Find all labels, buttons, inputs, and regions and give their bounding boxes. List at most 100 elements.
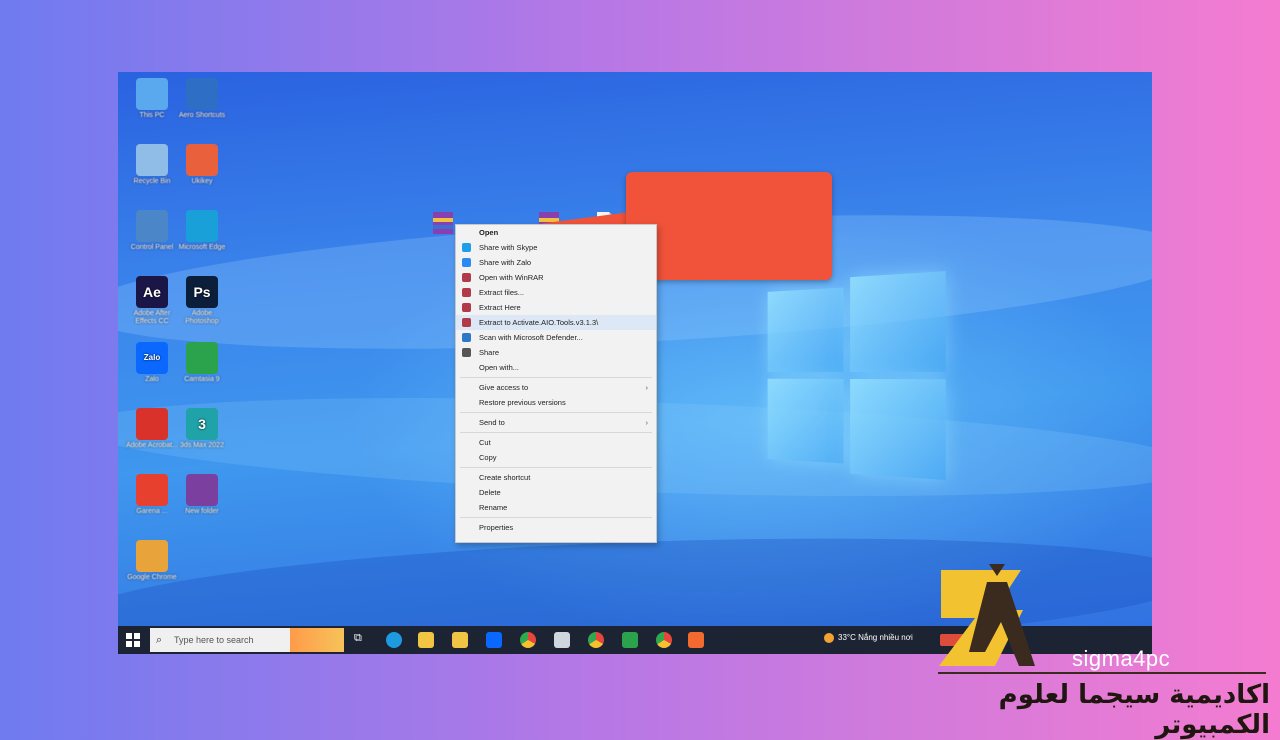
search-highlight-image <box>290 628 344 652</box>
menu-item[interactable]: Send to › <box>456 415 656 430</box>
winrar-icon <box>462 318 471 327</box>
desktop-icon-label: Ukikey <box>191 178 213 185</box>
menu-item[interactable]: Restore previous versions <box>456 395 656 410</box>
desktop-icon[interactable]: Adobe Acrobat... <box>126 408 178 450</box>
desktop-icon[interactable]: Camtasia 9 <box>176 342 228 384</box>
winrar-icon <box>186 474 218 506</box>
sigma4pc-logo <box>939 564 1035 666</box>
menu-item[interactable]: Create shortcut <box>456 470 656 485</box>
winrar-icon <box>462 303 471 312</box>
desktop-icon[interactable]: Zalo Zalo <box>126 342 178 384</box>
after-effects-icon: Ae <box>136 276 168 308</box>
menu-item-label: Open with WinRAR <box>479 273 544 282</box>
menu-item-label: Cut <box>479 438 491 447</box>
desktop-icon[interactable]: 3 3ds Max 2022 <box>176 408 228 450</box>
menu-item[interactable]: Extract files... <box>456 285 656 300</box>
desktop-icon-label: Adobe Acrobat... <box>126 442 178 449</box>
desktop-icon-label: Aero Shortcuts <box>178 112 226 119</box>
zalo-small-icon <box>462 258 471 267</box>
control-panel-icon <box>136 210 168 242</box>
menu-item-label: Share with Zalo <box>479 258 532 267</box>
menu-item-label: Share <box>479 348 500 357</box>
menu-item[interactable]: Properties <box>456 520 656 535</box>
menu-item[interactable]: Share with Zalo <box>456 255 656 270</box>
app-taskbar-icon[interactable] <box>554 632 570 648</box>
menu-item[interactable]: Share with Skype <box>456 240 656 255</box>
garena-icon <box>136 474 168 506</box>
recorder-taskbar-icon[interactable] <box>688 632 704 648</box>
menu-item[interactable]: Extract Here <box>456 300 656 315</box>
menu-item[interactable]: Scan with Microsoft Defender... <box>456 330 656 345</box>
menu-item[interactable]: Cut <box>456 435 656 450</box>
menu-item-label: Create shortcut <box>479 473 531 482</box>
menu-item-label: Copy <box>479 453 497 462</box>
desktop-icon[interactable]: New folder <box>176 474 228 516</box>
desktop-icon-label: This PC <box>139 112 165 119</box>
menu-item-label: Open <box>479 228 499 237</box>
menu-item-label: Extract Here <box>479 303 521 312</box>
brand-tagline: اكاديمية سيجما لعلوم الكمبيوتر <box>998 680 1270 740</box>
weather-text: 33°C Nắng nhiều nơi <box>838 633 913 643</box>
edge-taskbar-icon[interactable] <box>386 632 402 648</box>
desktop-icon[interactable]: This PC <box>126 78 178 120</box>
menu-item[interactable]: Extract to Activate.AIO.Tools.v3.1.3\ <box>456 315 656 330</box>
menu-item[interactable]: Delete <box>456 485 656 500</box>
desktop-icon[interactable]: Ps Adobe Photoshop <box>176 276 228 326</box>
file-explorer-icon[interactable] <box>418 632 434 648</box>
skype-icon <box>462 243 471 252</box>
desktop-icon-label: Garena ... <box>136 508 168 515</box>
menu-item[interactable]: Rename <box>456 500 656 515</box>
desktop-icon-label: Adobe Photoshop <box>185 310 219 325</box>
folder-taskbar-icon[interactable] <box>452 632 468 648</box>
desktop-icon[interactable]: Google Chrome <box>126 540 178 582</box>
zalo-taskbar-icon[interactable] <box>486 632 502 648</box>
chrome-canary-taskbar-icon[interactable] <box>588 632 604 648</box>
menu-item-label: Scan with Microsoft Defender... <box>479 333 583 342</box>
menu-item[interactable]: Share <box>456 345 656 360</box>
menu-item-label: Extract files... <box>479 288 525 297</box>
start-button[interactable] <box>126 633 140 647</box>
desktop-icon[interactable]: Ae Adobe After Effects CC <box>126 276 178 326</box>
photoshop-icon: Ps <box>186 276 218 308</box>
menu-item[interactable]: Open <box>456 225 656 240</box>
search-icon: ⌕ <box>156 633 163 646</box>
sun-icon <box>824 633 834 643</box>
chrome-taskbar-icon[interactable] <box>520 632 536 648</box>
this-pc-icon <box>136 78 168 110</box>
chevron-right-icon: › <box>645 383 649 392</box>
menu-item[interactable]: Give access to › <box>456 380 656 395</box>
chrome-icon <box>136 540 168 572</box>
chevron-right-icon: › <box>645 418 649 427</box>
menu-item[interactable]: Open with... <box>456 360 656 375</box>
chrome-taskbar-icon[interactable] <box>656 632 672 648</box>
task-view-icon[interactable]: ⧉ <box>354 632 370 648</box>
3dsmax-icon: 3 <box>186 408 218 440</box>
desktop-icon[interactable]: Microsoft Edge <box>176 210 228 252</box>
winrar-file-icon[interactable] <box>430 210 456 236</box>
menu-item-label: Send to <box>479 418 505 427</box>
camtasia-taskbar-icon[interactable] <box>622 632 638 648</box>
camtasia-icon <box>186 342 218 374</box>
desktop-icon-label: Control Panel <box>130 244 174 251</box>
brand-name: sigma4pc <box>1072 646 1171 671</box>
weather-widget[interactable]: 33°C Nắng nhiều nơi <box>824 633 913 643</box>
edge-icon <box>186 210 218 242</box>
desktop-icon-label: Recycle Bin <box>133 178 171 185</box>
desktop-icon-label: Google Chrome <box>127 574 177 581</box>
desktop-icon[interactable]: Garena ... <box>126 474 178 516</box>
menu-item[interactable]: Open with WinRAR <box>456 270 656 285</box>
desktop-icon[interactable]: Aero Shortcuts <box>176 78 228 120</box>
desktop-icon-label: 3ds Max 2022 <box>180 442 224 449</box>
menu-item-label: Extract to Activate.AIO.Tools.v3.1.3\ <box>479 318 599 327</box>
desktop-icon[interactable]: Recycle Bin <box>126 144 178 186</box>
defender-icon <box>462 333 471 342</box>
menu-item[interactable]: Copy <box>456 450 656 465</box>
menu-item-label: Give access to <box>479 383 529 392</box>
desktop-icon[interactable]: Control Panel <box>126 210 178 252</box>
menu-separator <box>460 432 652 433</box>
share-icon <box>462 348 471 357</box>
desktop-icon[interactable]: Ukikey <box>176 144 228 186</box>
search-box[interactable]: ⌕ Type here to search <box>150 628 290 652</box>
menu-item-label: Rename <box>479 503 508 512</box>
menu-item-label: Delete <box>479 488 501 497</box>
